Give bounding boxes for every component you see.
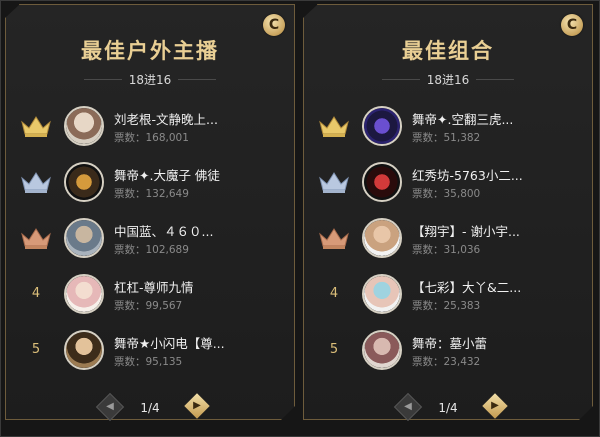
- round-indicator: 18进16: [304, 71, 592, 87]
- crown-icon: [20, 114, 52, 138]
- leaderboard-container: C 最佳户外主播 18进16 刘老根-文静晚上... 票数：168,001 舞帝…: [0, 0, 600, 437]
- group-name[interactable]: 【七彩】大丫&二...: [412, 277, 521, 296]
- vote-count: 票数：132,649: [114, 188, 189, 200]
- vote-count: 票数：35,800: [412, 188, 481, 200]
- divider: [178, 79, 216, 80]
- divider: [476, 79, 514, 80]
- ranking-entry-5[interactable]: 5 舞帝★小闪电【尊... 票数：95,135: [6, 326, 294, 376]
- next-page-button[interactable]: ▶: [184, 393, 210, 419]
- vote-count: 票数：99,567: [114, 300, 183, 312]
- streamer-name[interactable]: 舞帝★小闪电【尊...: [114, 333, 225, 352]
- vote-count: 票数：102,689: [114, 244, 189, 256]
- avatar[interactable]: [362, 218, 402, 258]
- ranking-entry-2[interactable]: 红秀坊-5763小二... 票数：35,800: [304, 158, 592, 208]
- pagination: ◀ 1/4 ▶: [6, 392, 294, 422]
- avatar[interactable]: [362, 274, 402, 314]
- avatar[interactable]: [362, 162, 402, 202]
- crown-icon: [318, 114, 350, 138]
- streamer-name[interactable]: 舞帝✦.大魔子 佛徒: [114, 165, 220, 184]
- panel-title: 最佳户外主播: [81, 39, 219, 63]
- page-indicator: 1/4: [438, 401, 458, 415]
- ranking-entry-3[interactable]: 中国蓝、４６０... 票数：102,689: [6, 214, 294, 264]
- group-name[interactable]: 【翔宇】- 谢小宇...: [412, 221, 520, 240]
- avatar[interactable]: [362, 106, 402, 146]
- vote-count: 票数：31,036: [412, 244, 481, 256]
- panel-best-outdoor-host: C 最佳户外主播 18进16 刘老根-文静晚上... 票数：168,001 舞帝…: [5, 4, 295, 422]
- ranking-entry-2[interactable]: 舞帝✦.大魔子 佛徒 票数：132,649: [6, 158, 294, 208]
- avatar[interactable]: [64, 162, 104, 202]
- avatar[interactable]: [64, 106, 104, 146]
- streamer-name[interactable]: 中国蓝、４６０...: [114, 221, 213, 240]
- page-indicator: 1/4: [140, 401, 160, 415]
- ranking-entry-3[interactable]: 【翔宇】- 谢小宇... 票数：31,036: [304, 214, 592, 264]
- ranking-entry-4[interactable]: 4 杠杠-尊师九情 票数：99,567: [6, 270, 294, 320]
- panel-best-group: C 最佳组合 18进16 舞帝✦.空翻三虎... 票数：51,382 红秀坊-5…: [303, 4, 593, 422]
- rank-number: 5: [31, 342, 41, 357]
- chevron-right-icon: ▶: [491, 400, 499, 411]
- vote-count: 票数：23,432: [412, 356, 481, 368]
- corner-badge-icon[interactable]: C: [263, 14, 285, 36]
- streamer-name[interactable]: 杠杠-尊师九情: [114, 277, 194, 296]
- round-label: 18进16: [128, 73, 172, 87]
- round-indicator: 18进16: [6, 71, 294, 87]
- corner-badge-icon[interactable]: C: [561, 14, 583, 36]
- rank-number: 5: [329, 342, 339, 357]
- rank-number: 4: [31, 286, 41, 301]
- crown-icon: [318, 170, 350, 194]
- rank-number: 4: [329, 286, 339, 301]
- group-name[interactable]: 舞帝✦.空翻三虎...: [412, 109, 513, 128]
- crown-icon: [318, 226, 350, 250]
- vote-count: 票数：168,001: [114, 132, 189, 144]
- avatar[interactable]: [362, 330, 402, 370]
- crown-icon: [20, 170, 52, 194]
- ranking-entry-5[interactable]: 5 舞帝：墓小蕾 票数：23,432: [304, 326, 592, 376]
- crown-icon: [20, 226, 52, 250]
- ranking-entry-1[interactable]: 刘老根-文静晚上... 票数：168,001: [6, 102, 294, 152]
- vote-count: 票数：51,382: [412, 132, 481, 144]
- ranking-entry-1[interactable]: 舞帝✦.空翻三虎... 票数：51,382: [304, 102, 592, 152]
- pagination: ◀ 1/4 ▶: [304, 392, 592, 422]
- group-name[interactable]: 舞帝：墓小蕾: [412, 333, 487, 352]
- chevron-right-icon: ▶: [193, 400, 201, 411]
- vote-count: 票数：95,135: [114, 356, 183, 368]
- round-label: 18进16: [426, 73, 470, 87]
- ranking-entry-4[interactable]: 4 【七彩】大丫&二... 票数：25,383: [304, 270, 592, 320]
- vote-count: 票数：25,383: [412, 300, 481, 312]
- avatar[interactable]: [64, 274, 104, 314]
- group-name[interactable]: 红秀坊-5763小二...: [412, 165, 523, 184]
- avatar[interactable]: [64, 218, 104, 258]
- avatar[interactable]: [64, 330, 104, 370]
- panel-title: 最佳组合: [402, 39, 494, 63]
- next-page-button[interactable]: ▶: [482, 393, 508, 419]
- streamer-name[interactable]: 刘老根-文静晚上...: [114, 109, 218, 128]
